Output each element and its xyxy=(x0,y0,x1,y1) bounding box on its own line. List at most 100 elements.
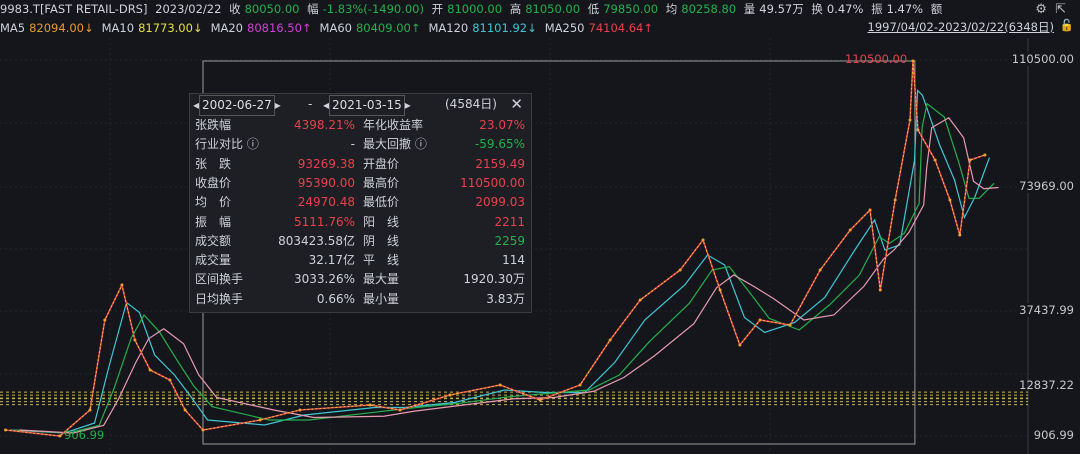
stat-value: 93269.38 xyxy=(297,156,355,171)
stat-value: 110500.00 xyxy=(460,175,525,190)
data-point xyxy=(538,398,542,402)
data-point xyxy=(448,393,452,397)
turnover-value: 0.47% xyxy=(826,2,864,16)
data-point xyxy=(916,128,920,132)
y-tick: 73969.00 xyxy=(1019,179,1074,193)
ma-value: 81101.92↓ xyxy=(472,21,537,35)
data-point xyxy=(638,298,642,302)
avg-label: 均 xyxy=(665,2,678,16)
stat-label: 张跌幅 xyxy=(195,118,232,132)
end-date-input[interactable]: 2021-03-15 xyxy=(329,95,405,116)
price-chart[interactable] xyxy=(0,38,1080,454)
amplitude-label: 振 xyxy=(871,2,883,16)
stat-label: 成交额 xyxy=(195,233,232,248)
date-separator: - xyxy=(308,97,313,111)
data-point xyxy=(958,233,962,237)
stat-row: 收盘价 95390.00 最高价 110500.00 xyxy=(190,174,531,193)
stat-value: 3033.26% xyxy=(293,272,355,287)
data-point xyxy=(368,403,372,407)
stat-value: 2211 xyxy=(494,214,525,229)
stat-value: 24970.48 xyxy=(297,195,355,210)
data-point xyxy=(58,434,62,438)
amount-label: 额 xyxy=(930,2,943,16)
data-point xyxy=(201,428,205,432)
stat-label: 振 幅 xyxy=(195,214,232,229)
open-label: 开 xyxy=(431,2,444,16)
avg-value: 80258.80 xyxy=(681,2,737,16)
ma-value: 74104.64↑ xyxy=(588,21,654,35)
stat-value: 32.17亿 xyxy=(308,253,355,268)
gear-icon[interactable]: ⚙ xyxy=(1035,2,1047,17)
close-icon[interactable]: ✕ xyxy=(510,95,523,114)
stat-label: 最大量 xyxy=(363,272,400,287)
data-point xyxy=(848,228,852,232)
stat-value: 2259 xyxy=(494,233,525,248)
data-point xyxy=(133,338,137,342)
stat-value: 803423.58亿 xyxy=(278,233,355,248)
stat-value: 2099.03 xyxy=(475,195,525,210)
ma-label: MA5 xyxy=(0,21,26,35)
data-point xyxy=(168,378,172,382)
stat-row: 振 幅 5111.76% 阳 线 2211 xyxy=(190,213,531,232)
y-tick: 906.99 xyxy=(1033,428,1074,442)
stat-label: 最大回撤 ⓘ xyxy=(363,137,427,152)
ma-value: 80409.00↑ xyxy=(355,21,421,35)
stat-value: 4398.21% xyxy=(293,118,355,132)
start-date-input[interactable]: 2002-06-27 xyxy=(199,95,275,116)
stat-value: 5111.76% xyxy=(293,214,355,229)
volume-label: 量 xyxy=(743,2,756,16)
y-tick: 37437.99 xyxy=(1019,303,1074,317)
data-point xyxy=(968,158,972,162)
expand-icon[interactable]: ⇱ xyxy=(1055,2,1066,17)
data-point xyxy=(103,318,107,322)
data-point xyxy=(933,158,937,162)
stat-row: 成交量 32.17亿平 线 114 xyxy=(190,251,531,270)
data-point xyxy=(4,428,8,432)
ma-label: MA120 xyxy=(428,21,469,35)
data-point xyxy=(878,288,882,292)
data-point xyxy=(948,198,952,202)
stat-value: 0.66% xyxy=(316,291,355,306)
stat-label: 张 跌 xyxy=(195,156,232,171)
stat-value: -59.65% xyxy=(474,137,525,152)
data-point xyxy=(608,338,612,342)
date-start-group[interactable]: ◂ 2002-06-27 ▸ xyxy=(193,95,281,116)
stat-value: 3.83万 xyxy=(486,291,525,306)
max-price-label: 110500.00 xyxy=(845,52,908,66)
data-point xyxy=(148,368,152,372)
stat-label: 阳 线 xyxy=(363,214,400,229)
data-point xyxy=(120,283,124,287)
ma-label: MA10 xyxy=(101,21,135,35)
stat-label: 区间换手 xyxy=(195,272,244,287)
change-label: 幅 xyxy=(307,2,319,16)
stat-label: 最高价 xyxy=(363,175,400,190)
stat-label: 均 价 xyxy=(195,195,232,210)
high-label: 高 xyxy=(509,2,522,16)
stat-label: 日均换手 xyxy=(195,291,244,306)
data-point xyxy=(893,198,897,202)
close-value: 80050.00 xyxy=(244,2,300,16)
data-point xyxy=(701,238,705,242)
open-value: 81000.00 xyxy=(447,2,503,16)
ma-value: 81773.00↓ xyxy=(138,21,203,35)
ma-label: MA60 xyxy=(319,21,352,35)
stat-value: 23.07% xyxy=(479,118,525,132)
date-range-selector[interactable]: 1997/04/02-2023/02/22(6348日) xyxy=(868,19,1054,35)
data-point xyxy=(758,318,762,322)
data-point xyxy=(398,408,402,412)
stat-label: 收盘价 xyxy=(195,175,232,190)
data-point xyxy=(788,323,792,327)
change-value: -1.83%(-1490.00) xyxy=(322,2,424,16)
stat-label: 行业对比 ⓘ xyxy=(195,137,259,152)
stat-value: 95390.00 xyxy=(297,175,355,190)
data-point xyxy=(818,268,822,272)
high-value: 81050.00 xyxy=(525,2,581,16)
stat-value: - xyxy=(350,137,355,152)
stat-row: 区间换手 3033.26% 最大量 1920.30万 xyxy=(190,270,531,289)
low-value: 79850.00 xyxy=(603,2,659,16)
stat-row: 张 跌 93269.38 开盘价 2159.49 xyxy=(190,155,531,174)
lock-icon[interactable]: 🔓 xyxy=(1060,18,1074,32)
stat-label: 开盘价 xyxy=(363,156,400,171)
stat-row: 行业对比 ⓘ - 最大回撤 ⓘ -59.65% xyxy=(190,135,531,154)
date-end-group[interactable]: ◂ 2021-03-15 ▸ xyxy=(323,95,411,116)
